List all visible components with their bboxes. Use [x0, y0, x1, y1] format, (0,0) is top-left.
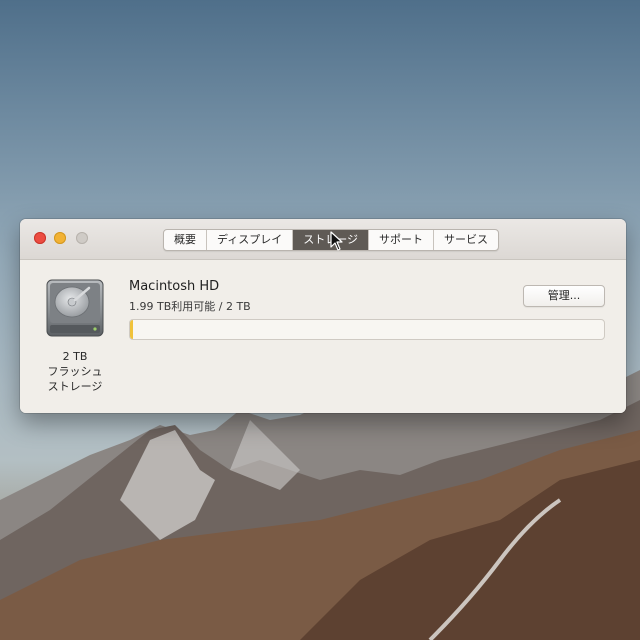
- tab-service[interactable]: サービス: [433, 230, 498, 250]
- close-button[interactable]: [34, 232, 46, 244]
- titlebar: 概要 ディスプレイ ストレージ サポート サービス: [20, 219, 626, 260]
- storage-usage-bar: [129, 319, 605, 340]
- drive-capacity-label: 2 TB: [62, 350, 88, 363]
- mouse-cursor-icon: [330, 231, 343, 251]
- zoom-button[interactable]: [76, 232, 88, 244]
- drive-usage-text: 1.99 TB利用可能 / 2 TB: [129, 300, 251, 313]
- drive-type-label-line2: ストレージ: [47, 380, 103, 393]
- storage-panel: 2 TB フラッシュ ストレージ Macintosh HD 1.99 TB利用可…: [20, 260, 626, 413]
- drive-name: Macintosh HD: [129, 279, 220, 294]
- tab-support[interactable]: サポート: [368, 230, 433, 250]
- tab-overview[interactable]: 概要: [164, 230, 206, 250]
- drive-type-label-line1: フラッシュ: [47, 365, 103, 378]
- tab-displays[interactable]: ディスプレイ: [206, 230, 292, 250]
- manage-button[interactable]: 管理...: [523, 285, 605, 307]
- minimize-button[interactable]: [54, 232, 66, 244]
- storage-usage-fill: [130, 320, 133, 339]
- about-this-mac-window: 概要 ディスプレイ ストレージ サポート サービス: [20, 219, 626, 413]
- drive-caption: 2 TB フラッシュ ストレージ: [40, 349, 110, 394]
- hard-drive-icon: [46, 279, 104, 337]
